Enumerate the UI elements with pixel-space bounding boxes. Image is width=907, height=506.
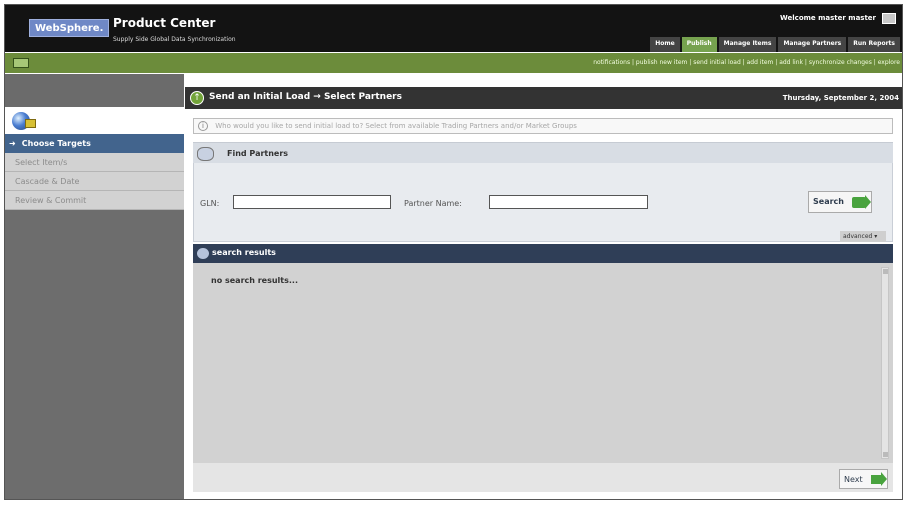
websphere-logo: WebSphere. bbox=[29, 19, 110, 37]
search-button[interactable]: Search bbox=[808, 191, 872, 213]
next-button[interactable]: Next bbox=[839, 469, 888, 489]
step-label: Choose Targets bbox=[21, 139, 91, 148]
scroll-down-icon[interactable] bbox=[883, 452, 888, 457]
send-load-icon: ↑ bbox=[190, 91, 204, 105]
find-partners-label: Find Partners bbox=[227, 149, 289, 158]
step-select-items: Select Item/s bbox=[5, 153, 184, 172]
sidebar-spacer bbox=[5, 74, 184, 107]
gln-input[interactable] bbox=[233, 195, 391, 209]
step-choose-targets[interactable]: ➜ Choose Targets bbox=[5, 134, 184, 153]
instruction-banner: i Who would you like to send initial loa… bbox=[193, 118, 893, 134]
page-title: Send an Initial Load → Select Partners bbox=[209, 92, 402, 102]
workflow-sidebar: ➜ Choose Targets Select Item/s Cascade &… bbox=[5, 74, 184, 499]
welcome-text: Welcome master master bbox=[780, 14, 876, 22]
advanced-label: advanced bbox=[843, 233, 873, 240]
top-header: WebSphere. Product Center Supply Side Gl… bbox=[5, 5, 902, 52]
main-tabs: Home Publish Manage Items Manage Partner… bbox=[650, 37, 900, 52]
partner-name-input[interactable] bbox=[489, 195, 648, 209]
next-button-label: Next bbox=[844, 475, 863, 484]
empty-results-message: no search results... bbox=[211, 276, 299, 285]
page-titlebar: ↑ Send an Initial Load → Select Partners… bbox=[185, 87, 902, 109]
tab-manage-items[interactable]: Manage Items bbox=[718, 37, 777, 52]
quick-links[interactable]: notifications | publish new item | send … bbox=[593, 59, 900, 66]
search-results-icon bbox=[197, 248, 209, 259]
gln-label: GLN: bbox=[200, 199, 220, 208]
search-button-label: Search bbox=[813, 197, 844, 206]
step-cascade-date: Cascade & Date bbox=[5, 172, 184, 191]
search-results-area: no search results... bbox=[193, 263, 893, 463]
advanced-dropdown[interactable]: advanced ▾ bbox=[840, 231, 886, 242]
search-arrow-icon bbox=[852, 195, 871, 209]
search-results-header: search results bbox=[193, 244, 893, 263]
partner-search-panel: GLN: Partner Name: Search advanced ▾ bbox=[193, 163, 893, 242]
find-partners-header: Find Partners bbox=[193, 142, 893, 163]
info-icon: i bbox=[198, 121, 208, 131]
next-arrow-icon bbox=[871, 472, 887, 486]
globe-icon bbox=[12, 112, 36, 130]
chevron-down-icon: ▾ bbox=[874, 233, 878, 240]
partner-name-label: Partner Name: bbox=[404, 199, 462, 208]
tab-home[interactable]: Home bbox=[650, 37, 680, 52]
product-subtitle: Supply Side Global Data Synchronization bbox=[113, 36, 236, 43]
tab-manage-partners[interactable]: Manage Partners bbox=[778, 37, 847, 52]
results-scrollbar[interactable] bbox=[881, 267, 889, 459]
find-partners-icon bbox=[197, 147, 214, 161]
quick-links-bar: notifications | publish new item | send … bbox=[5, 53, 902, 73]
step-arrow-icon: ➜ bbox=[9, 139, 16, 148]
wizard-footer: Next bbox=[193, 463, 893, 492]
search-results-label: search results bbox=[212, 248, 276, 257]
tab-run-reports[interactable]: Run Reports bbox=[848, 37, 900, 52]
product-title: Product Center bbox=[113, 16, 216, 30]
tab-publish[interactable]: Publish bbox=[681, 37, 717, 52]
scroll-up-icon[interactable] bbox=[883, 269, 888, 274]
current-date: Thursday, September 2, 2004 bbox=[782, 94, 899, 102]
sidebar-icon-row bbox=[5, 107, 184, 134]
main-content: i Who would you like to send initial loa… bbox=[185, 109, 902, 499]
green-nav-icon bbox=[13, 58, 29, 68]
instruction-text: Who would you like to send initial load … bbox=[215, 122, 577, 130]
application-window: WebSphere. Product Center Supply Side Gl… bbox=[4, 4, 903, 500]
step-review-commit: Review & Commit bbox=[5, 191, 184, 210]
user-icon bbox=[882, 13, 896, 24]
